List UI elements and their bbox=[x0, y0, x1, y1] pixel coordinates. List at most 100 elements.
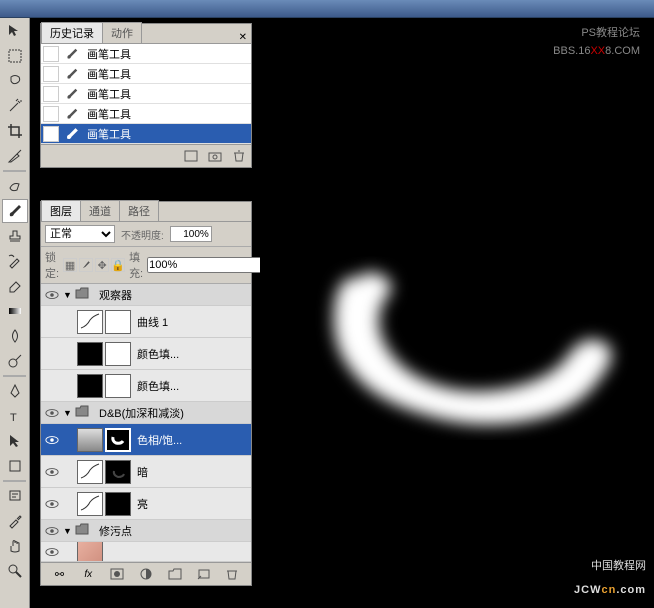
mask-thumb bbox=[105, 310, 131, 334]
blur-tool[interactable] bbox=[2, 324, 28, 348]
eraser-tool[interactable] bbox=[2, 274, 28, 298]
history-item[interactable]: 画笔工具 bbox=[41, 64, 251, 84]
trash-icon[interactable] bbox=[223, 566, 241, 582]
visibility-icon[interactable] bbox=[41, 290, 63, 300]
history-item-label: 画笔工具 bbox=[87, 126, 131, 142]
visibility-icon[interactable] bbox=[41, 547, 63, 557]
tab-paths[interactable]: 路径 bbox=[119, 200, 159, 221]
layer-row[interactable]: 颜色填... bbox=[41, 338, 251, 370]
lock-position-icon[interactable]: ✥ bbox=[95, 258, 109, 272]
dodge-tool[interactable] bbox=[2, 349, 28, 373]
new-doc-from-state-icon[interactable] bbox=[182, 148, 200, 164]
shape-tool[interactable] bbox=[2, 454, 28, 478]
fill-label: 填充: bbox=[129, 249, 143, 281]
brush-tool[interactable] bbox=[2, 199, 28, 223]
tab-channels[interactable]: 通道 bbox=[80, 200, 120, 221]
trash-icon[interactable] bbox=[230, 148, 248, 164]
layer-name: 观察器 bbox=[99, 287, 132, 303]
layer-group-repair[interactable]: ▼ 修污点 bbox=[41, 520, 251, 542]
tab-actions[interactable]: 动作 bbox=[102, 22, 142, 43]
gradient-tool[interactable] bbox=[2, 299, 28, 323]
svg-text:T: T bbox=[10, 412, 17, 424]
mask-thumb bbox=[105, 460, 131, 484]
new-layer-icon[interactable] bbox=[195, 566, 213, 582]
history-panel: 历史记录 动作 ✕ 画笔工具 画笔工具 画笔工具 画笔工具 画笔工具 bbox=[40, 23, 252, 168]
mask-thumb bbox=[105, 428, 131, 452]
visibility-icon[interactable] bbox=[41, 499, 63, 509]
tab-layers[interactable]: 图层 bbox=[41, 200, 81, 221]
opacity-input[interactable] bbox=[170, 226, 212, 242]
panel-close-icon[interactable]: ✕ bbox=[235, 32, 251, 43]
mask-thumb bbox=[105, 374, 131, 398]
history-item[interactable]: 画笔工具 bbox=[41, 84, 251, 104]
layer-row[interactable]: 颜色填... bbox=[41, 370, 251, 402]
blend-mode-select[interactable]: 正常 bbox=[45, 225, 115, 243]
history-item[interactable]: 画笔工具 bbox=[41, 124, 251, 144]
marquee-tool[interactable] bbox=[2, 44, 28, 68]
adjustment-thumb bbox=[77, 428, 103, 452]
tool-palette: T bbox=[0, 18, 30, 608]
history-item-label: 画笔工具 bbox=[87, 46, 131, 62]
expand-arrow-icon[interactable]: ▼ bbox=[63, 526, 75, 536]
fill-thumb bbox=[77, 342, 103, 366]
stamp-tool[interactable] bbox=[2, 224, 28, 248]
layer-name: 修污点 bbox=[99, 523, 132, 539]
hand-tool[interactable] bbox=[2, 534, 28, 558]
brush-icon bbox=[63, 107, 81, 121]
lock-row: 锁定: ▦ ✥ 🔒 填充: bbox=[41, 247, 251, 284]
fx-icon[interactable]: fx bbox=[79, 566, 97, 582]
layer-name: 暗 bbox=[137, 464, 148, 480]
mask-thumb bbox=[105, 342, 131, 366]
opacity-label: 不透明度: bbox=[121, 227, 164, 242]
brush-icon bbox=[63, 87, 81, 101]
adjustment-thumb bbox=[77, 310, 103, 334]
eyedropper-tool[interactable] bbox=[2, 509, 28, 533]
zoom-tool[interactable] bbox=[2, 559, 28, 583]
layer-row[interactable]: 曲线 1 bbox=[41, 306, 251, 338]
layers-panel: 图层 通道 路径 正常 不透明度: 锁定: ▦ ✥ 🔒 填充: ▼ 观察器 bbox=[40, 201, 252, 586]
canvas[interactable]: PS教程论坛 BBS.16XX8.COM 中国教程网 JCWcn.com bbox=[260, 18, 654, 608]
expand-arrow-icon[interactable]: ▼ bbox=[63, 290, 75, 300]
layer-row[interactable] bbox=[41, 542, 251, 562]
adjustment-icon[interactable] bbox=[137, 566, 155, 582]
expand-arrow-icon[interactable]: ▼ bbox=[63, 408, 75, 418]
brush-icon bbox=[63, 127, 81, 141]
layers-footer: ⚯ fx bbox=[41, 562, 251, 585]
history-brush-tool[interactable] bbox=[2, 249, 28, 273]
pen-tool[interactable] bbox=[2, 379, 28, 403]
folder-icon bbox=[75, 523, 91, 538]
visibility-icon[interactable] bbox=[41, 467, 63, 477]
link-icon[interactable]: ⚯ bbox=[50, 566, 68, 582]
tab-history[interactable]: 历史记录 bbox=[41, 22, 103, 43]
visibility-icon[interactable] bbox=[41, 435, 63, 445]
layer-controls: 正常 不透明度: bbox=[41, 222, 251, 247]
mask-icon[interactable] bbox=[108, 566, 126, 582]
type-tool[interactable]: T bbox=[2, 404, 28, 428]
layer-group-observer[interactable]: ▼ 观察器 bbox=[41, 284, 251, 306]
wand-tool[interactable] bbox=[2, 94, 28, 118]
layer-name: 颜色填... bbox=[137, 346, 179, 362]
folder-new-icon[interactable] bbox=[166, 566, 184, 582]
notes-tool[interactable] bbox=[2, 484, 28, 508]
layer-row[interactable]: 暗 bbox=[41, 456, 251, 488]
visibility-icon[interactable] bbox=[41, 408, 63, 418]
visibility-icon[interactable] bbox=[41, 526, 63, 536]
lasso-tool[interactable] bbox=[2, 69, 28, 93]
slice-tool[interactable] bbox=[2, 144, 28, 168]
move-tool[interactable] bbox=[2, 19, 28, 43]
path-select-tool[interactable] bbox=[2, 429, 28, 453]
folder-icon bbox=[75, 405, 91, 420]
mask-thumb bbox=[105, 492, 131, 516]
lock-image-icon[interactable] bbox=[79, 258, 93, 272]
history-item[interactable]: 画笔工具 bbox=[41, 44, 251, 64]
lock-all-icon[interactable]: 🔒 bbox=[111, 258, 125, 272]
lock-transparent-icon[interactable]: ▦ bbox=[63, 258, 77, 272]
healing-tool[interactable] bbox=[2, 174, 28, 198]
adjustment-thumb bbox=[77, 492, 103, 516]
history-item[interactable]: 画笔工具 bbox=[41, 104, 251, 124]
layer-row[interactable]: 色相/饱... bbox=[41, 424, 251, 456]
layer-row[interactable]: 亮 bbox=[41, 488, 251, 520]
layer-group-dnb[interactable]: ▼ D&B(加深和减淡) bbox=[41, 402, 251, 424]
crop-tool[interactable] bbox=[2, 119, 28, 143]
snapshot-icon[interactable] bbox=[206, 148, 224, 164]
